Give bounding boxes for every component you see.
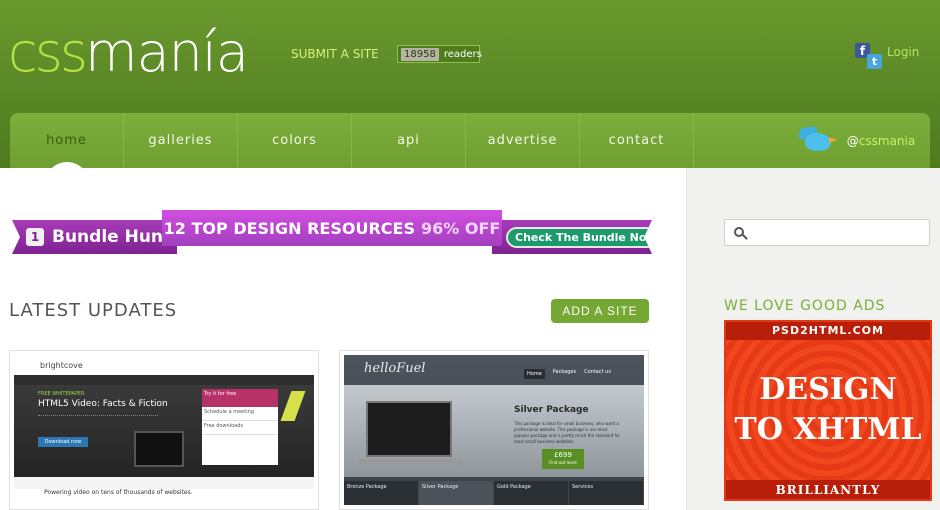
readers-count: 18958 xyxy=(401,47,439,61)
gallery-thumb-brightcove[interactable]: brightcove FREE WHITEPAPER HTML5 Video: … xyxy=(9,350,319,510)
twitter-icon[interactable]: t xyxy=(867,54,882,69)
search-input[interactable] xyxy=(753,222,923,243)
latest-updates-title: LATEST UPDATES xyxy=(9,300,178,321)
thumb-panel: Try it for free Schedule a meeting Free … xyxy=(202,389,278,465)
thumb-screenshot: helloFuel Home Packages Contact us Silver … xyxy=(344,355,644,505)
login-link[interactable]: Login xyxy=(887,45,919,59)
nav-item-advertise[interactable]: advertise xyxy=(466,113,580,168)
site-header: cssmanía SUBMIT A SITE 18958 readers f t… xyxy=(0,0,940,168)
psd2html-ad[interactable]: PSD2HTML.COM DESIGN TO XHTML BRILLIANTLY… xyxy=(724,320,932,501)
search-box xyxy=(724,219,930,246)
check-bundle-button[interactable]: Check The Bundle Now xyxy=(506,227,666,248)
site-logo[interactable]: cssmanía xyxy=(8,21,249,84)
nav-item-home[interactable]: home xyxy=(10,113,124,168)
thumb-title: Silver Package xyxy=(514,405,589,415)
ad-headline-1: DESIGN xyxy=(759,372,897,407)
banner-brand: 1 Bundle Hunt xyxy=(12,220,177,254)
thumb-footer: Powering video on tens of thousands of w… xyxy=(14,489,314,505)
banner-discount: 96% OFF xyxy=(420,218,501,238)
thumb-screenshot: brightcove FREE WHITEPAPER HTML5 Video: … xyxy=(14,355,314,505)
nav-item-galleries[interactable]: galleries xyxy=(124,113,238,168)
readers-badge[interactable]: 18958 readers xyxy=(397,45,482,63)
ads-title: WE LOVE GOOD ADS xyxy=(724,298,886,314)
social-icons: f t xyxy=(855,43,883,71)
thumb-download-button: Download now xyxy=(38,437,88,447)
thumb-nav: Home Packages Contact us xyxy=(524,369,611,379)
banner-headline-text: 12 TOP DESIGN RESOURCES xyxy=(163,218,415,238)
logo-mania-text: manía xyxy=(84,21,249,84)
banner-cta-area: Check The Bundle Now xyxy=(492,220,652,254)
bundle-hunt-banner[interactable]: 1 Bundle Hunt Check The Bundle Now 12 TO… xyxy=(12,210,652,258)
thumb-description: This package is ideal for small business… xyxy=(514,421,621,444)
gallery-thumb-hellofuel[interactable]: helloFuel Home Packages Contact us Silver … xyxy=(339,350,649,510)
bundle-hunt-icon: 1 xyxy=(26,228,44,246)
submit-site-link[interactable]: SUBMIT A SITE xyxy=(291,47,379,61)
thumb-laptop-image xyxy=(366,401,452,457)
nav-item-colors[interactable]: colors xyxy=(238,113,352,168)
thumb-label: FREE WHITEPAPER xyxy=(38,391,85,397)
ad-tagline: BRILLIANTLY AFFORDABLE xyxy=(726,480,930,499)
thumb-logo: helloFuel xyxy=(364,361,426,376)
thumb-logo: brightcove xyxy=(40,361,83,370)
twitter-handle: @cssmania xyxy=(846,134,916,148)
twitter-follow-link[interactable]: @cssmania xyxy=(694,113,930,168)
banner-brand-label: Bundle Hunt xyxy=(52,227,172,247)
thumb-price-button: £699 Find out more xyxy=(542,449,584,469)
main-nav: home galleries colors api advertise cont… xyxy=(10,113,930,168)
banner-headline: 12 TOP DESIGN RESOURCES 96% OFF xyxy=(162,210,502,246)
thumb-title: HTML5 Video: Facts & Fiction xyxy=(38,399,168,409)
nav-item-api[interactable]: api xyxy=(352,113,466,168)
thumb-packages: Bronze Package Silver Package Gold Packa… xyxy=(344,481,644,505)
thumb-device-image xyxy=(134,431,184,467)
readers-label: readers xyxy=(443,48,482,60)
twitter-bird-icon xyxy=(798,127,839,155)
nav-item-contact[interactable]: contact xyxy=(580,113,694,168)
ad-headline-2: TO XHTML xyxy=(734,412,922,447)
logo-css-text: css xyxy=(8,21,88,84)
search-icon[interactable] xyxy=(734,227,748,241)
add-site-button[interactable]: ADD A SITE xyxy=(551,299,649,323)
ad-top-label: PSD2HTML.COM xyxy=(726,322,930,340)
